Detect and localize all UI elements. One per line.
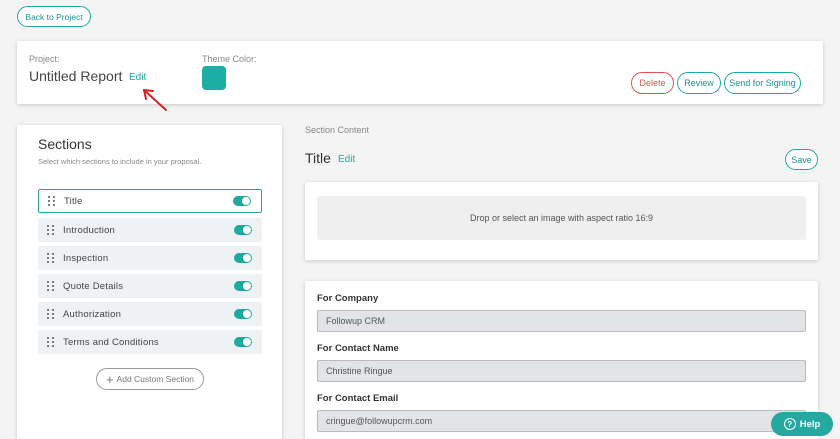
project-label: Project: <box>29 54 60 64</box>
for-contact-email-label: For Contact Email <box>317 393 399 404</box>
drag-handle-icon[interactable] <box>47 281 55 291</box>
section-toggle[interactable] <box>234 309 252 319</box>
question-icon: ? <box>783 418 796 430</box>
section-item-inspection[interactable]: Inspection <box>38 246 262 270</box>
section-item-introduction[interactable]: Introduction <box>38 218 262 242</box>
section-toggle[interactable] <box>234 337 252 347</box>
help-button[interactable]: ? Help <box>771 412 833 436</box>
add-custom-section-button[interactable]: + Add Custom Section <box>96 368 204 390</box>
section-content-heading: Title <box>305 150 331 166</box>
section-toggle[interactable] <box>234 281 252 291</box>
section-item-label: Introduction <box>63 224 116 236</box>
for-company-field[interactable]: Followup CRM <box>317 310 806 332</box>
section-toggle[interactable] <box>234 225 252 235</box>
section-toggle[interactable] <box>234 253 252 263</box>
drag-handle-icon[interactable] <box>47 337 55 347</box>
section-item-authorization[interactable]: Authorization <box>38 302 262 326</box>
theme-color-label: Theme Color: <box>202 54 257 64</box>
edit-section-title-link[interactable]: Edit <box>338 154 355 165</box>
section-item-label: Authorization <box>63 308 122 320</box>
section-toggle[interactable] <box>233 196 251 206</box>
section-item-terms-and-conditions[interactable]: Terms and Conditions <box>38 330 262 354</box>
section-item-quote-details[interactable]: Quote Details <box>38 274 262 298</box>
sections-title: Sections <box>38 136 92 152</box>
send-for-signing-button[interactable]: Send for Signing <box>724 72 801 94</box>
section-item-label: Quote Details <box>63 280 124 292</box>
drag-handle-icon[interactable] <box>47 253 55 263</box>
section-item-label: Terms and Conditions <box>63 336 159 348</box>
add-custom-section-label: Add Custom Section <box>116 374 195 384</box>
for-contact-email-field[interactable]: cringue@followupcrm.com <box>317 410 806 432</box>
for-contact-name-label: For Contact Name <box>317 343 399 354</box>
drag-handle-icon[interactable] <box>48 196 56 206</box>
sections-subtitle: Select which sections to include in your… <box>38 157 202 166</box>
plus-icon: + <box>105 371 114 387</box>
section-item-label: Inspection <box>63 252 109 264</box>
drag-handle-icon[interactable] <box>47 225 55 235</box>
annotation-arrow-icon <box>143 89 167 111</box>
drag-handle-icon[interactable] <box>47 309 55 319</box>
for-contact-name-field[interactable]: Christine Ringue <box>317 360 806 382</box>
section-content-label: Section Content <box>305 125 370 135</box>
save-button[interactable]: Save <box>785 149 818 170</box>
section-item-label: Title <box>64 195 83 207</box>
edit-project-name-link[interactable]: Edit <box>129 72 146 83</box>
for-company-label: For Company <box>317 293 379 304</box>
back-to-project-button[interactable]: Back to Project <box>17 6 91 27</box>
delete-button[interactable]: Delete <box>631 72 674 94</box>
image-dropzone[interactable]: Drop or select an image with aspect rati… <box>317 196 806 240</box>
theme-color-swatch[interactable] <box>202 66 226 90</box>
section-item-title[interactable]: Title <box>38 189 262 213</box>
project-name: Untitled Report <box>29 68 123 84</box>
review-button[interactable]: Review <box>677 72 721 94</box>
help-label: Help <box>799 418 821 430</box>
